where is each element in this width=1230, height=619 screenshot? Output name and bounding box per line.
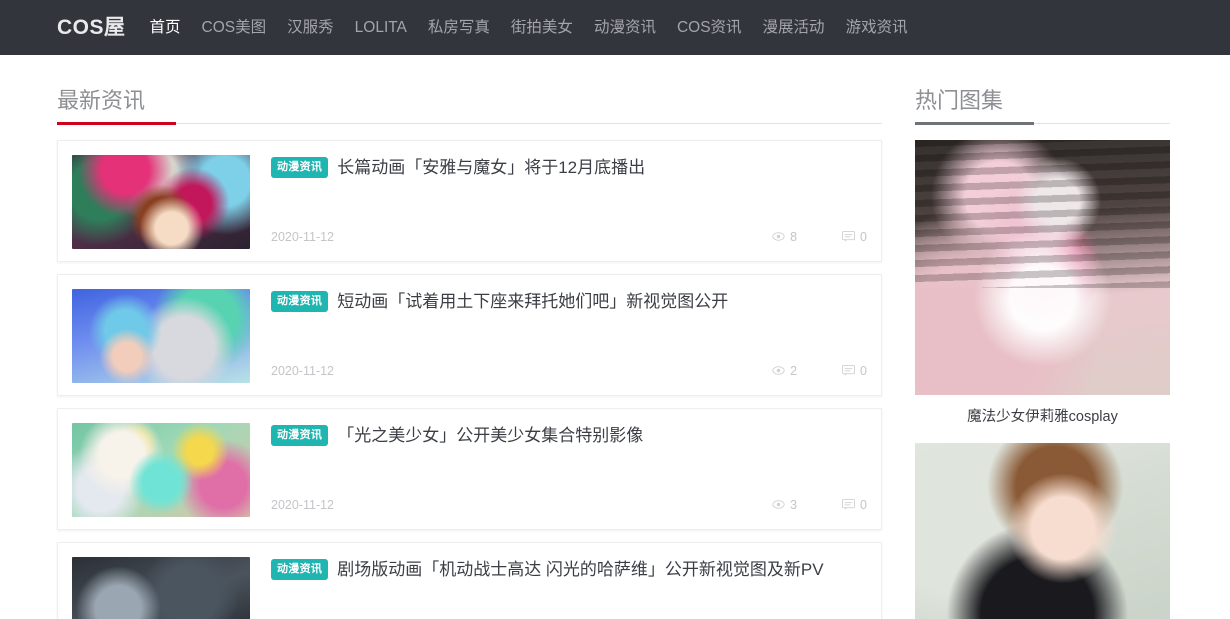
publish-date: 2020-11-12 bbox=[271, 363, 335, 378]
article-meta: 2020-11-12 8 0 bbox=[271, 230, 867, 247]
views-count: 8 bbox=[790, 229, 798, 244]
article-card[interactable]: 动漫资讯 「光之美少女」公开美少女集合特别影像 2020-11-12 3 0 bbox=[57, 407, 882, 530]
article-body: 动漫资讯 「光之美少女」公开美少女集合特别影像 2020-11-12 3 0 bbox=[250, 423, 867, 515]
comments-count: 0 bbox=[860, 497, 867, 512]
article-title[interactable]: 短动画「试着用土下座来拜托她们吧」新视觉图公开 bbox=[337, 291, 728, 313]
views-count: 2 bbox=[790, 363, 798, 378]
comments-count: 0 bbox=[860, 363, 867, 378]
latest-news-header: 最新资讯 bbox=[57, 55, 882, 125]
nav-item-game-news[interactable]: 游戏资讯 bbox=[846, 20, 908, 36]
comments-stat: 0 bbox=[842, 231, 867, 244]
article-title[interactable]: 长篇动画「安雅与魔女」将于12月底播出 bbox=[337, 157, 645, 179]
article-thumbnail[interactable] bbox=[72, 154, 250, 249]
hot-gallery-column: 热门图集 魔法少女伊莉雅cosplay bbox=[915, 55, 1170, 619]
top-navigation-bar: COS屋 首页 COS美图 汉服秀 LOLITA 私房写真 街拍美女 动漫资讯 … bbox=[0, 0, 1230, 55]
comment-bubble-icon bbox=[842, 499, 855, 511]
nav-item-private-photos[interactable]: 私房写真 bbox=[428, 20, 490, 36]
section-underline-red bbox=[57, 121, 882, 125]
category-badge[interactable]: 动漫资讯 bbox=[271, 157, 329, 179]
latest-news-column: 最新资讯 动漫资讯 长篇动画「安雅与魔女」将于12月底播出 2020-11-12 bbox=[57, 55, 882, 619]
views-count: 3 bbox=[790, 497, 798, 512]
nav-item-lolita[interactable]: LOLITA bbox=[355, 20, 407, 36]
article-thumbnail[interactable] bbox=[72, 288, 250, 383]
category-badge[interactable]: 动漫资讯 bbox=[271, 425, 329, 447]
article-card[interactable]: 动漫资讯 短动画「试着用土下座来拜托她们吧」新视觉图公开 2020-11-12 … bbox=[57, 273, 882, 396]
site-logo[interactable]: COS屋 bbox=[57, 17, 126, 38]
gallery-thumbnail[interactable] bbox=[915, 139, 1170, 395]
comments-stat: 0 bbox=[842, 365, 867, 378]
nav-item-home[interactable]: 首页 bbox=[150, 20, 181, 36]
publish-date: 2020-11-12 bbox=[271, 229, 335, 244]
section-title-hot-gallery: 热门图集 bbox=[915, 88, 1004, 113]
eye-icon bbox=[772, 366, 785, 376]
nav-item-hanfu[interactable]: 汉服秀 bbox=[287, 20, 334, 36]
gallery-item[interactable] bbox=[915, 442, 1170, 619]
eye-icon bbox=[772, 232, 785, 242]
article-title-row: 动漫资讯 短动画「试着用土下座来拜托她们吧」新视觉图公开 bbox=[271, 289, 867, 313]
article-meta: 2020-11-12 2 0 bbox=[271, 364, 867, 381]
page-content: 最新资讯 动漫资讯 长篇动画「安雅与魔女」将于12月底播出 2020-11-12 bbox=[0, 55, 1230, 619]
views-stat: 2 bbox=[772, 365, 797, 378]
article-body: 动漫资讯 剧场版动画「机动战士高达 闪光的哈萨维」公开新视觉图及新PV bbox=[250, 557, 867, 619]
views-stat: 3 bbox=[772, 499, 797, 512]
views-stat: 8 bbox=[772, 231, 797, 244]
article-card[interactable]: 动漫资讯 长篇动画「安雅与魔女」将于12月底播出 2020-11-12 8 0 bbox=[57, 139, 882, 262]
publish-date: 2020-11-12 bbox=[271, 497, 335, 512]
comments-count: 0 bbox=[860, 229, 867, 244]
gallery-caption[interactable]: 魔法少女伊莉雅cosplay bbox=[915, 395, 1170, 431]
comment-bubble-icon bbox=[842, 365, 855, 377]
nav-item-cos-gallery[interactable]: COS美图 bbox=[202, 20, 267, 36]
article-thumbnail[interactable] bbox=[72, 422, 250, 517]
nav-item-expo-events[interactable]: 漫展活动 bbox=[763, 20, 825, 36]
nav-item-street-snap[interactable]: 街拍美女 bbox=[511, 20, 573, 36]
category-badge[interactable]: 动漫资讯 bbox=[271, 559, 329, 581]
gallery-thumbnail[interactable] bbox=[915, 442, 1170, 619]
hot-gallery-header: 热门图集 bbox=[915, 55, 1170, 125]
section-title-latest-news: 最新资讯 bbox=[57, 88, 146, 113]
eye-icon bbox=[772, 500, 785, 510]
article-thumbnail[interactable] bbox=[72, 556, 250, 619]
comments-stat: 0 bbox=[842, 499, 867, 512]
gallery-item[interactable]: 魔法少女伊莉雅cosplay bbox=[915, 139, 1170, 431]
article-title[interactable]: 剧场版动画「机动战士高达 闪光的哈萨维」公开新视觉图及新PV bbox=[337, 559, 823, 581]
article-body: 动漫资讯 长篇动画「安雅与魔女」将于12月底播出 2020-11-12 8 0 bbox=[250, 155, 867, 247]
article-title-row: 动漫资讯 剧场版动画「机动战士高达 闪光的哈萨维」公开新视觉图及新PV bbox=[271, 557, 867, 581]
article-meta: 2020-11-12 3 0 bbox=[271, 498, 867, 515]
article-card[interactable]: 动漫资讯 剧场版动画「机动战士高达 闪光的哈萨维」公开新视觉图及新PV bbox=[57, 541, 882, 619]
nav-item-cos-news[interactable]: COS资讯 bbox=[677, 20, 742, 36]
article-title-row: 动漫资讯 「光之美少女」公开美少女集合特别影像 bbox=[271, 423, 867, 447]
article-title[interactable]: 「光之美少女」公开美少女集合特别影像 bbox=[337, 425, 643, 447]
comment-bubble-icon bbox=[842, 231, 855, 243]
nav-item-anime-news[interactable]: 动漫资讯 bbox=[594, 20, 656, 36]
category-badge[interactable]: 动漫资讯 bbox=[271, 291, 329, 313]
article-body: 动漫资讯 短动画「试着用土下座来拜托她们吧」新视觉图公开 2020-11-12 … bbox=[250, 289, 867, 381]
section-underline-gray bbox=[915, 121, 1170, 125]
article-title-row: 动漫资讯 长篇动画「安雅与魔女」将于12月底播出 bbox=[271, 155, 867, 179]
